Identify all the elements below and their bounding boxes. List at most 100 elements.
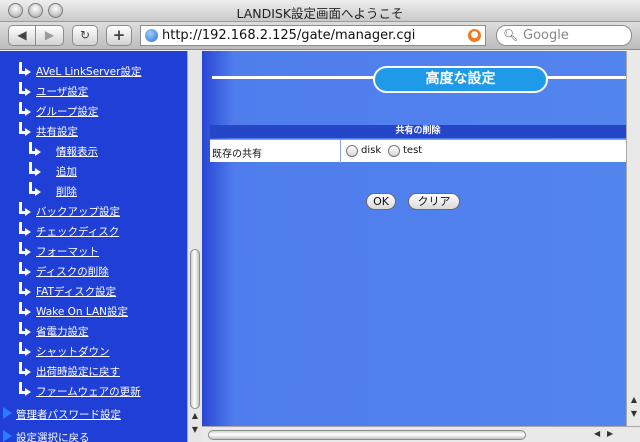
search-placeholder: Google <box>523 28 569 43</box>
sidebar-item-share-add[interactable]: 追加 <box>0 161 185 181</box>
main-vertical-scrollbar[interactable]: ▲ ▼ <box>626 51 640 426</box>
sidebar-item-label[interactable]: バックアップ設定 <box>36 204 120 219</box>
sidebar-item-share-delete[interactable]: 削除 <box>0 181 185 201</box>
plus-icon: + <box>112 26 126 44</box>
hook-arrow-icon <box>18 282 31 296</box>
sidebar-item-label[interactable]: 管理者パスワード設定 <box>16 407 121 422</box>
sidebar-item-firmware-update[interactable]: ファームウェアの更新 <box>0 381 185 401</box>
hook-arrow-icon <box>28 142 41 156</box>
radio-label-disk[interactable]: disk <box>361 145 381 156</box>
hook-arrow-icon <box>18 82 31 96</box>
address-bar[interactable]: http://192.168.2.125/gate/manager.cgi ● <box>140 25 486 46</box>
sidebar-item-user-settings[interactable]: ユーザ設定 <box>0 81 185 101</box>
sidebar-scroll-thumb[interactable] <box>190 249 200 409</box>
magnifier-icon: 🔍︎ <box>503 28 519 42</box>
add-bookmark-button[interactable]: + <box>106 25 132 46</box>
hook-arrow-icon <box>18 362 31 376</box>
sidebar-item-group-settings[interactable]: グループ設定 <box>0 101 185 121</box>
hook-arrow-icon <box>18 202 31 216</box>
sidebar-item-label[interactable]: ユーザ設定 <box>36 84 88 99</box>
back-arrow-icon: ◀ <box>17 28 27 42</box>
sidebar-item-format[interactable]: フォーマット <box>0 241 185 261</box>
sidebar-item-label[interactable]: Wake On LAN設定 <box>36 304 128 319</box>
sidebar-item-backup[interactable]: バックアップ設定 <box>0 201 185 221</box>
sidebar-scrollbar[interactable]: ▲ ▼ <box>187 51 202 442</box>
sidebar-item-share-settings[interactable]: 共有設定 <box>0 121 185 141</box>
scroll-up-arrow-icon[interactable]: ▲ <box>628 395 640 404</box>
main-frame: 高度な設定 共有の削除 既存の共有 disk test OK クリア <box>202 51 626 426</box>
title-bar: LANDISK設定画面へようこそ <box>0 0 640 22</box>
sidebar-item-label[interactable]: 追加 <box>56 164 77 179</box>
ok-button[interactable]: OK <box>366 193 396 210</box>
back-button[interactable]: ◀ <box>8 25 36 46</box>
forward-button[interactable]: ▶ <box>36 25 64 46</box>
sidebar-item-share-info[interactable]: 情報表示 <box>0 141 185 161</box>
scroll-down-arrow-icon[interactable]: ▼ <box>628 409 640 418</box>
hook-arrow-icon <box>18 222 31 236</box>
hook-arrow-icon <box>28 182 41 196</box>
sidebar-item-avel-linkserver[interactable]: AVeL LinkServer設定 <box>0 61 185 81</box>
hook-arrow-icon <box>18 382 31 396</box>
reload-icon: ↻ <box>79 28 91 42</box>
sidebar-item-label[interactable]: 省電力設定 <box>36 324 89 339</box>
main-horizontal-scrollbar[interactable]: ◀ ▶ <box>202 426 640 442</box>
radio-label-test[interactable]: test <box>403 145 422 156</box>
scroll-up-arrow-icon[interactable]: ▲ <box>190 411 200 420</box>
row-label: 既存の共有 <box>212 149 262 160</box>
hook-arrow-icon <box>18 302 31 316</box>
sidebar-item-admin-password[interactable]: 管理者パスワード設定 <box>0 404 185 424</box>
sidebar-item-disk-delete[interactable]: ディスクの削除 <box>0 261 185 281</box>
sidebar-item-back-to-selection[interactable]: 設定選択に戻る <box>0 427 185 442</box>
sidebar-item-check-disk[interactable]: チェックディスク <box>0 221 185 241</box>
table-header: 共有の削除 <box>210 125 626 138</box>
sidebar-item-power-saving[interactable]: 省電力設定 <box>0 321 185 341</box>
forward-arrow-icon: ▶ <box>44 28 55 42</box>
reload-button[interactable]: ↻ <box>72 25 98 46</box>
clear-button[interactable]: クリア <box>408 193 460 210</box>
radio-test[interactable] <box>388 145 400 157</box>
sidebar-item-label[interactable]: シャットダウン <box>36 344 110 359</box>
rss-icon[interactable]: ● <box>468 29 481 42</box>
hook-arrow-icon <box>18 122 31 136</box>
main-scroll-thumb[interactable] <box>208 430 526 440</box>
table-row: 既存の共有 disk test <box>210 139 626 163</box>
sidebar-item-label[interactable]: ファームウェアの更新 <box>36 384 141 399</box>
scroll-right-arrow-icon[interactable]: ▶ <box>607 429 613 438</box>
sidebar-item-label[interactable]: AVeL LinkServer設定 <box>36 64 141 79</box>
sidebar-item-label[interactable]: グループ設定 <box>36 104 98 119</box>
sidebar-frame: AVeL LinkServer設定 ユーザ設定 グループ設定 共有設定 情報表示… <box>0 51 187 442</box>
radio-disk[interactable] <box>346 145 358 157</box>
page-title: 高度な設定 <box>373 66 548 93</box>
hook-arrow-icon <box>28 162 41 176</box>
search-field[interactable]: 🔍︎ Google <box>496 25 632 46</box>
triangle-bullet-icon <box>3 430 12 442</box>
hook-arrow-icon <box>18 342 31 356</box>
hook-arrow-icon <box>18 322 31 336</box>
hook-arrow-icon <box>18 102 31 116</box>
sidebar-item-shutdown[interactable]: シャットダウン <box>0 341 185 361</box>
sidebar-item-wake-on-lan[interactable]: Wake On LAN設定 <box>0 301 185 321</box>
triangle-bullet-icon <box>3 407 12 419</box>
sidebar-item-label[interactable]: 設定選択に戻る <box>16 430 90 442</box>
hook-arrow-icon <box>18 242 31 256</box>
globe-icon <box>145 29 158 42</box>
sidebar-item-label[interactable]: フォーマット <box>36 244 99 259</box>
sidebar-item-label[interactable]: 情報表示 <box>56 144 98 159</box>
cell-divider <box>340 140 341 163</box>
sidebar-item-label[interactable]: 出荷時設定に戻す <box>36 364 120 379</box>
scroll-down-arrow-icon[interactable]: ▼ <box>190 425 200 434</box>
sidebar-item-fat-disk[interactable]: FATディスク設定 <box>0 281 185 301</box>
browser-toolbar: ◀ ▶ ↻ + http://192.168.2.125/gate/manage… <box>0 22 640 50</box>
hook-arrow-icon <box>18 262 31 276</box>
window-title: LANDISK設定画面へようこそ <box>236 6 404 21</box>
sidebar-item-label[interactable]: 共有設定 <box>36 124 78 139</box>
sidebar-item-factory-reset[interactable]: 出荷時設定に戻す <box>0 361 185 381</box>
hook-arrow-icon <box>18 62 31 76</box>
sidebar-item-label[interactable]: FATディスク設定 <box>36 284 116 299</box>
sidebar-item-label[interactable]: 削除 <box>56 184 77 199</box>
scroll-left-arrow-icon[interactable]: ◀ <box>594 429 600 438</box>
browser-window: LANDISK設定画面へようこそ ◀ ▶ ↻ + http://192.168.… <box>0 0 640 442</box>
sidebar-item-label[interactable]: チェックディスク <box>36 224 119 239</box>
sidebar-item-label[interactable]: ディスクの削除 <box>36 264 109 279</box>
url-text[interactable]: http://192.168.2.125/gate/manager.cgi <box>162 28 415 43</box>
